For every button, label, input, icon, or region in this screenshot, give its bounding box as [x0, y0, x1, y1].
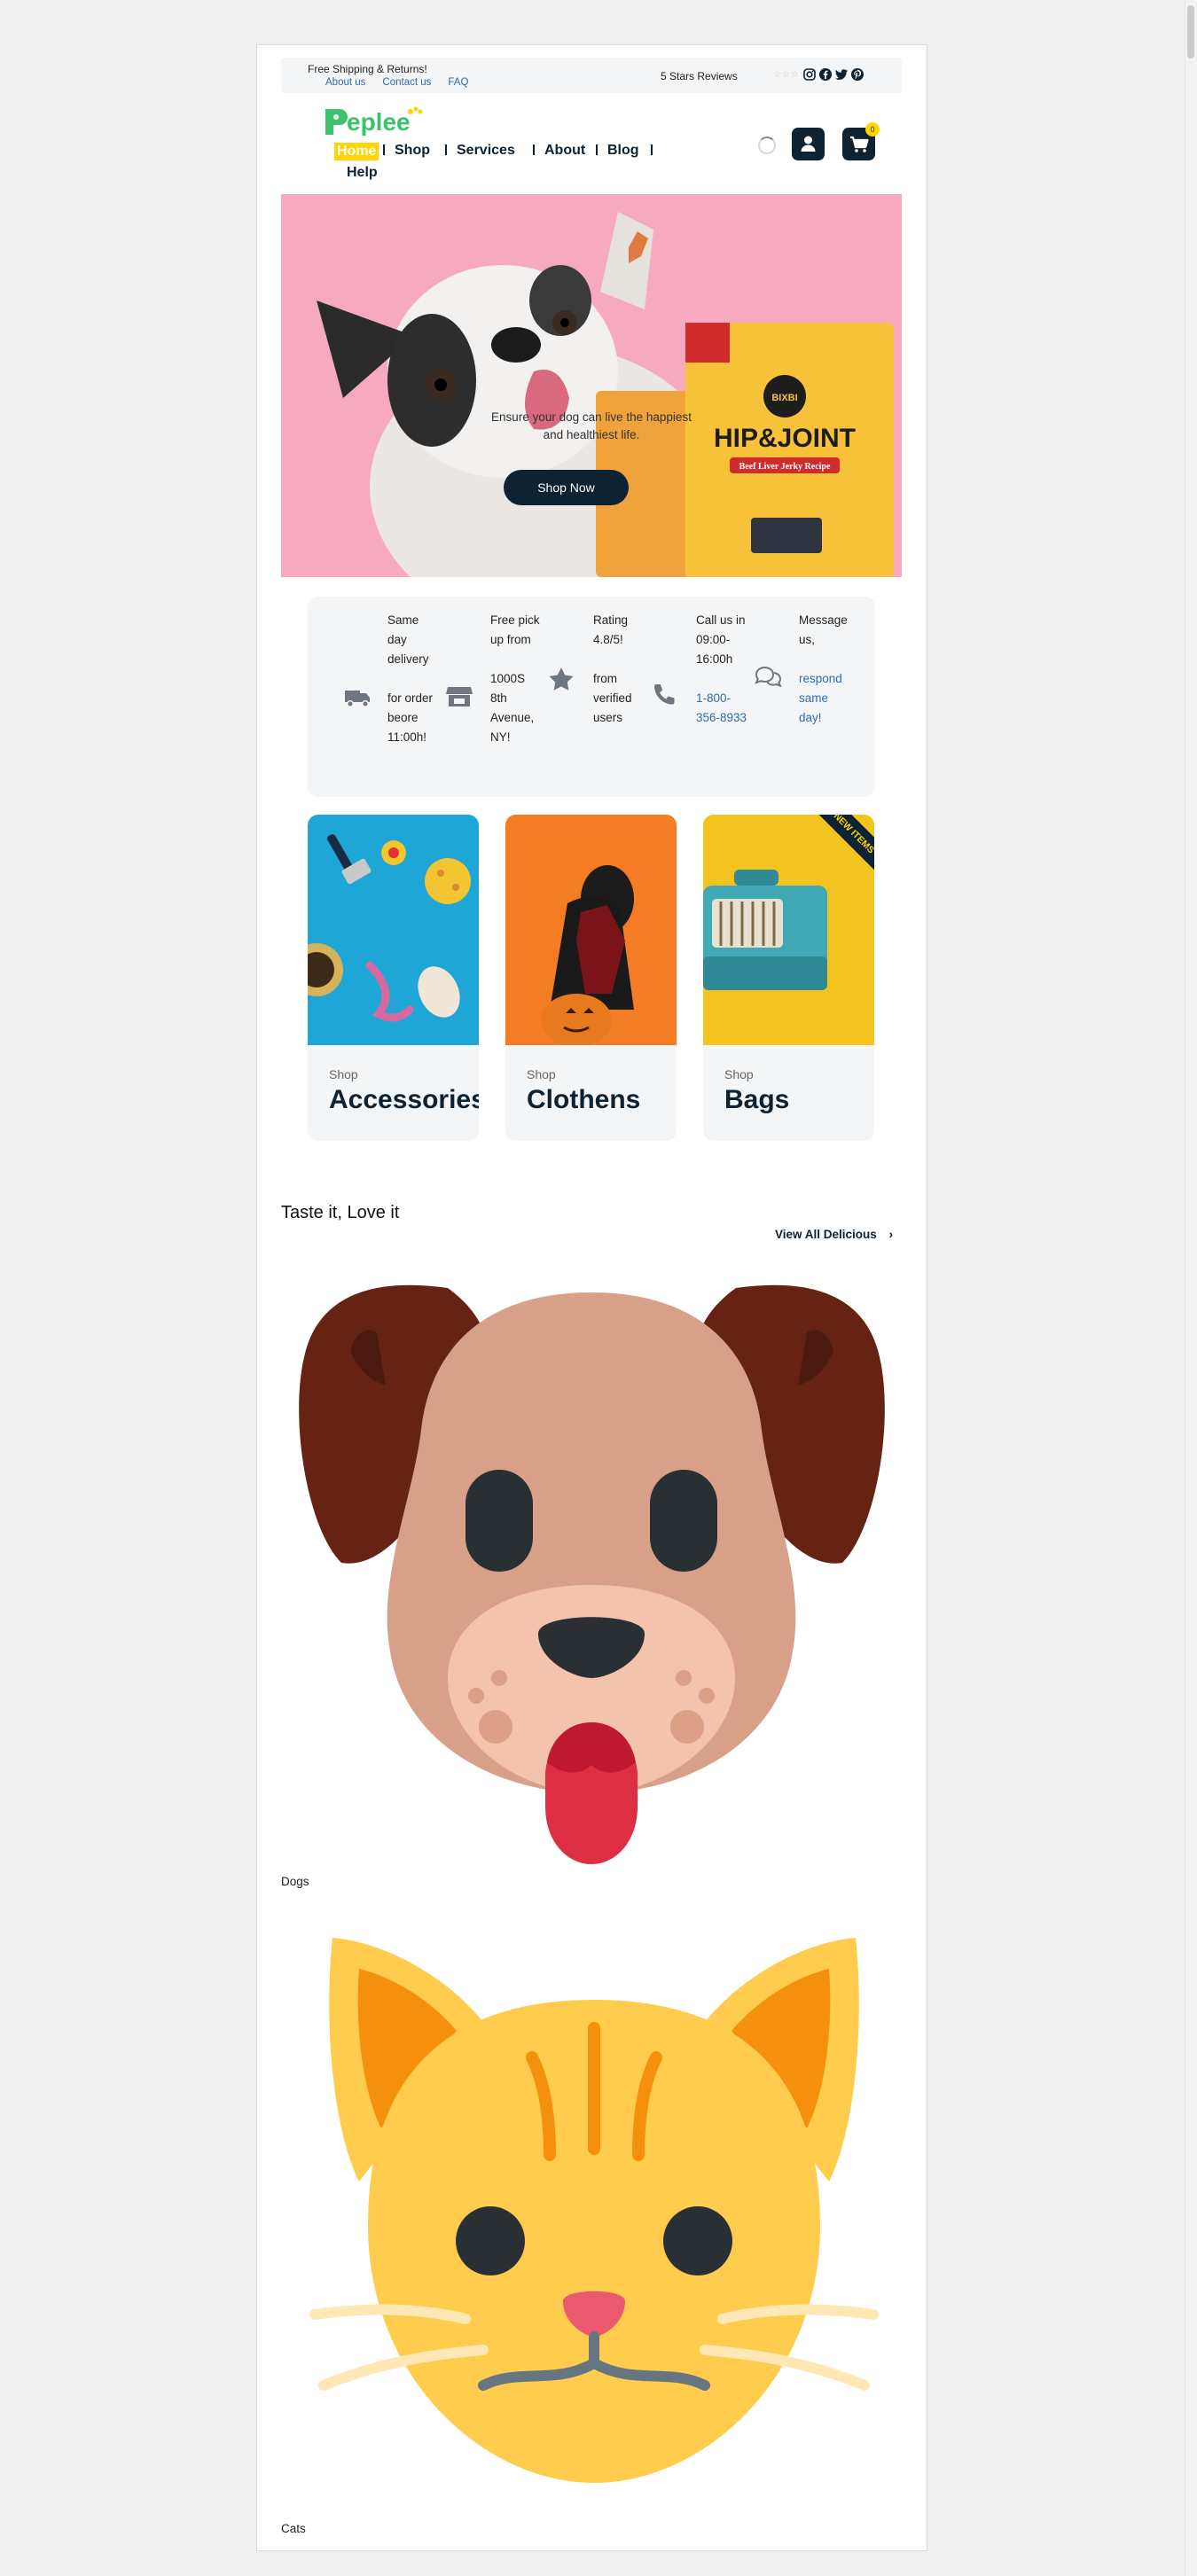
feature-rating: Rating 4.8/5! from verified users	[593, 611, 646, 728]
logo-text: eplee	[347, 108, 411, 136]
site-logo[interactable]: eplee	[322, 104, 428, 144]
section-title: Taste it, Love it	[281, 1203, 400, 1222]
card-kicker: Shop	[329, 1067, 358, 1081]
features-bar: Same day delivery for order beore 11:00h!…	[308, 597, 875, 797]
product-subtitle: Beef Liver Jerky Recipe	[739, 462, 831, 472]
nav-services[interactable]: Services	[457, 143, 515, 159]
twitter-icon[interactable]	[834, 67, 849, 82]
feature-title: Call us in 09:00-16:00h	[696, 613, 746, 666]
user-icon	[801, 136, 816, 152]
chat-icon	[755, 666, 782, 688]
bags-image	[703, 815, 874, 1045]
hero-text: Ensure your dog can live the happiest an…	[491, 410, 692, 441]
card-title: Clothens	[527, 1085, 641, 1114]
category-card-accessories[interactable]: Shop Accessories	[308, 815, 479, 1141]
product-name: HIP&JOINT	[714, 424, 856, 453]
hero-banner: BIXBI HIP&JOINT Beef Liver Jerky Recipe …	[281, 194, 902, 577]
scrollbar-thumb[interactable]	[1187, 5, 1194, 59]
phone-number-link[interactable]: 1-800-356-8933	[696, 689, 749, 728]
clothens-image	[505, 815, 677, 1045]
pet-label-dogs[interactable]: Dogs	[281, 1875, 309, 1888]
feature-desc: from verified users	[593, 672, 632, 724]
dog-category-image[interactable]	[288, 1279, 896, 1873]
product-brand: BIXBI	[771, 393, 797, 403]
cat-category-image[interactable]	[306, 1916, 882, 2492]
facebook-icon[interactable]	[818, 67, 833, 82]
feature-title: Message us,	[799, 613, 848, 646]
contact-us-link[interactable]: Contact us	[382, 77, 431, 88]
page-container: Free Shipping & Returns! About us Contact…	[256, 44, 927, 2551]
cart-count-badge: 0	[865, 122, 880, 137]
truck-icon	[345, 691, 370, 708]
view-all-label: View All Delicious	[775, 1228, 877, 1241]
card-kicker: Shop	[724, 1067, 754, 1081]
nav-home[interactable]: Home	[334, 143, 379, 160]
shipping-notice: Free Shipping & Returns!	[308, 63, 427, 75]
feature-desc: 1000S 8th Avenue, NY!	[490, 672, 535, 744]
category-card-clothens[interactable]: Shop Clothens	[505, 815, 677, 1141]
view-all-link[interactable]: View All Delicious ›	[775, 1228, 893, 1241]
instagram-icon[interactable]	[802, 67, 817, 82]
feature-same-day: Same day delivery for order beore 11:00h!	[387, 611, 441, 747]
hero-dog-image: BIXBI HIP&JOINT Beef Liver Jerky Recipe	[317, 212, 894, 577]
top-links: About us Contact us FAQ	[325, 77, 485, 88]
feature-pick-up: Free pick up from 1000S 8th Avenue, NY!	[490, 611, 544, 747]
pet-label-cats[interactable]: Cats	[281, 2522, 306, 2535]
top-bar: Free Shipping & Returns! About us Contact…	[281, 58, 902, 93]
nav-shop[interactable]: Shop	[395, 143, 430, 159]
store-icon	[446, 687, 473, 706]
feature-call: Call us in 09:00-16:00h 1-800-356-8933	[696, 611, 749, 728]
account-button[interactable]	[792, 128, 825, 160]
card-kicker: Shop	[527, 1067, 556, 1081]
card-title: Bags	[724, 1085, 790, 1114]
feature-title: Free pick up from	[490, 613, 540, 646]
card-title: Accessories	[329, 1085, 479, 1114]
reviews-label: 5 Stars Reviews	[661, 70, 738, 82]
feature-desc: for order beore 11:00h!	[387, 691, 434, 744]
pinterest-icon[interactable]	[850, 67, 864, 82]
about-us-link[interactable]: About us	[325, 77, 365, 88]
shop-now-button[interactable]: Shop Now	[504, 470, 629, 505]
nav-help[interactable]: Help	[347, 165, 378, 181]
nav-divider	[651, 144, 653, 155]
nav-about[interactable]: About	[544, 143, 585, 159]
nav-blog[interactable]: Blog	[607, 143, 639, 159]
nav-divider	[533, 144, 535, 155]
feature-desc: respond same day!	[799, 672, 842, 724]
feature-message: Message us, respond same day!	[799, 611, 852, 728]
category-card-bags[interactable]: NEW ITEMS Shop Bags	[703, 815, 874, 1141]
faq-link[interactable]: FAQ	[448, 77, 468, 88]
feature-title: Rating 4.8/5!	[593, 613, 629, 646]
nav-divider	[383, 144, 385, 155]
chevron-right-icon: ›	[888, 1228, 894, 1241]
accessories-image	[308, 815, 479, 1045]
feature-title: Same day delivery	[387, 613, 429, 666]
scrollbar-track[interactable]	[1185, 0, 1197, 2576]
star-icon	[549, 667, 574, 691]
nav-divider	[445, 144, 447, 155]
phone-icon	[654, 684, 675, 705]
loading-spinner-icon	[758, 137, 776, 154]
nav-divider	[596, 144, 598, 155]
